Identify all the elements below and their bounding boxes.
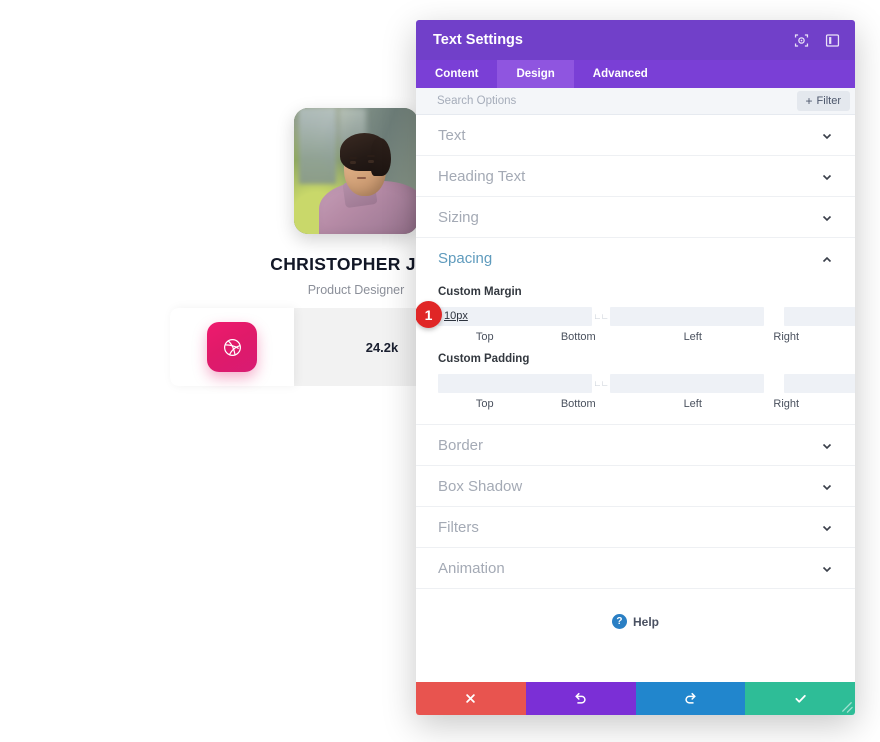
spacing-content: Custom Margin ∟∟ ∟∟ (416, 279, 855, 425)
padding-top-input[interactable] (438, 373, 592, 393)
padding-top-label: Top (475, 398, 494, 410)
section-box-shadow[interactable]: Box Shadow (416, 466, 855, 507)
section-spacing-label: Spacing (438, 250, 493, 267)
tab-design[interactable]: Design (497, 60, 574, 88)
section-border[interactable]: Border (416, 425, 855, 466)
panel-body[interactable]: Text Heading Text Sizing Spacing Custom … (416, 115, 855, 682)
section-border-label: Border (438, 436, 484, 454)
padding-label-row: Top Bottom Left Right (438, 398, 833, 410)
section-text[interactable]: Text (416, 115, 855, 156)
chevron-down-icon (821, 480, 833, 492)
padding-right-label: Right (773, 398, 800, 410)
chevron-down-icon (821, 170, 833, 182)
margin-label-row: Top Bottom Left Right (438, 331, 833, 343)
margin-right-label: Right (773, 331, 800, 343)
margin-top-input[interactable] (438, 306, 592, 326)
filter-button-label: Filter (816, 95, 841, 107)
panel-title: Text Settings (433, 32, 523, 48)
margin-left-input[interactable] (784, 306, 855, 326)
x-icon (466, 694, 476, 703)
help-area: ? Help (416, 589, 855, 629)
chevron-down-icon (821, 211, 833, 223)
check-icon (795, 694, 806, 703)
tab-content[interactable]: Content (416, 60, 497, 88)
help-label: Help (632, 614, 659, 629)
margin-field-row: ∟∟ ∟∟ (438, 305, 855, 327)
chevron-down-icon (821, 562, 833, 574)
search-input[interactable]: Search Options (437, 95, 797, 107)
search-row: Search Options + Filter (416, 88, 855, 115)
link-sync-icon[interactable]: ∟∟ (592, 379, 610, 388)
margin-bottom-input[interactable] (610, 306, 764, 326)
section-filters[interactable]: Filters (416, 507, 855, 548)
margin-bottom-label: Bottom (560, 331, 596, 343)
plus-icon: + (805, 94, 813, 108)
padding-bottom-input[interactable] (610, 373, 764, 393)
section-sizing[interactable]: Sizing (416, 197, 855, 238)
filter-button[interactable]: + Filter (796, 91, 850, 111)
custom-margin-label: Custom Margin (438, 286, 522, 298)
section-filters-label: Filters (438, 518, 479, 536)
undo-icon (575, 692, 586, 704)
avatar (294, 108, 418, 234)
screen-root: CHRISTOPHER JOE Product Designer 24.2k T… (0, 0, 880, 742)
section-text-label: Text (438, 126, 466, 144)
resize-handle[interactable] (839, 699, 854, 714)
panel-tabs: Content Design Advanced (416, 60, 855, 88)
panel-header: Text Settings (416, 20, 855, 60)
chevron-up-icon (821, 253, 833, 265)
section-spacing[interactable]: Spacing (416, 238, 855, 279)
redo-icon (685, 692, 696, 704)
padding-left-label: Left (683, 398, 702, 410)
chevron-down-icon (821, 129, 833, 141)
page-canvas: CHRISTOPHER JOE Product Designer 24.2k (0, 0, 470, 742)
section-animation-label: Animation (438, 559, 505, 577)
stat-icon-pane (170, 308, 294, 386)
chevron-down-icon (821, 439, 833, 451)
padding-bottom-label: Bottom (560, 398, 596, 410)
custom-padding-label: Custom Padding (438, 353, 530, 365)
question-mark-icon: ? (611, 614, 627, 629)
redo-button[interactable] (635, 682, 746, 715)
chevron-down-icon (821, 521, 833, 533)
panel-footer (416, 682, 855, 715)
tab-advanced[interactable]: Advanced (574, 60, 667, 88)
padding-field-row: ∟∟ ∟∟ (438, 372, 855, 394)
margin-left-label: Left (683, 331, 702, 343)
panel-layout-icon[interactable] (824, 32, 841, 49)
undo-button[interactable] (525, 682, 636, 715)
section-box-shadow-label: Box Shadow (438, 477, 523, 495)
step-badge-1: 1 (416, 301, 442, 328)
help-button[interactable]: ? Help (611, 614, 659, 629)
close-button[interactable] (416, 682, 526, 715)
section-animation[interactable]: Animation (416, 548, 855, 589)
text-settings-panel: Text Settings Content Design Advanced Se… (416, 20, 855, 715)
margin-top-label: Top (475, 331, 494, 343)
panel-header-icons (793, 32, 841, 49)
section-sizing-label: Sizing (438, 208, 479, 226)
section-heading-text-label: Heading Text (438, 167, 526, 185)
link-sync-icon[interactable]: ∟∟ (592, 312, 610, 321)
focus-target-icon[interactable] (793, 32, 810, 49)
padding-left-input[interactable] (784, 373, 855, 393)
section-heading-text[interactable]: Heading Text (416, 156, 855, 197)
dribbble-icon[interactable] (207, 322, 257, 372)
